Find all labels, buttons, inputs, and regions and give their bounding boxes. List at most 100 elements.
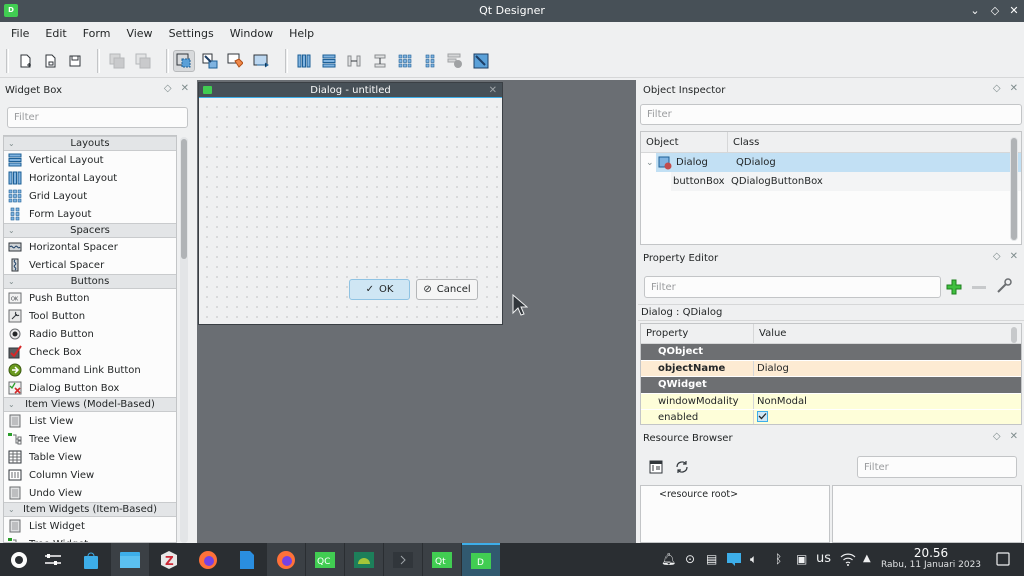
show-desktop-icon[interactable]	[996, 552, 1010, 566]
widget-box-scrollbar[interactable]	[180, 137, 188, 543]
layout-v-splitter-button[interactable]	[369, 50, 391, 72]
resource-root-item[interactable]: <resource root>	[641, 486, 829, 500]
widget-item[interactable]: Grid Layout	[4, 187, 176, 205]
property-value[interactable]: Dialog	[754, 363, 789, 374]
category-item-widgets[interactable]: ⌄ Item Widgets (Item-Based)	[4, 502, 176, 517]
scrollbar-thumb[interactable]	[181, 139, 187, 259]
discover-button[interactable]	[72, 543, 110, 576]
edit-resources-icon[interactable]	[649, 460, 663, 474]
widget-item[interactable]: Vertical Spacer	[4, 256, 176, 274]
volume-icon[interactable]: 🔈︎	[750, 552, 757, 567]
property-row-windowmodality[interactable]: windowModality NonModal	[641, 393, 1021, 410]
category-spacers[interactable]: ⌄ Spacers	[4, 223, 176, 238]
widget-item[interactable]: Vertical Layout	[4, 151, 176, 169]
zotero-button[interactable]: Z	[150, 543, 188, 576]
open-form-button[interactable]	[39, 50, 61, 72]
widget-item[interactable]: Form Layout	[4, 205, 176, 223]
show-hidden-icons-arrow[interactable]: ▲	[863, 553, 871, 564]
widget-item[interactable]: Check Box	[4, 343, 176, 361]
menu-help[interactable]: Help	[281, 27, 322, 40]
save-form-button[interactable]	[64, 50, 86, 72]
property-table-scrollbar[interactable]	[1010, 327, 1018, 423]
menu-file[interactable]: File	[3, 27, 37, 40]
chat-message-icon[interactable]	[727, 553, 741, 566]
property-value[interactable]: NonModal	[754, 396, 807, 407]
widget-item[interactable]: Dialog Button Box	[4, 379, 176, 397]
category-layouts[interactable]: ⌄ Layouts	[4, 136, 176, 151]
maximize-button[interactable]: ◇	[987, 3, 1003, 19]
firefox-button[interactable]	[189, 543, 227, 576]
minimize-button[interactable]: ⌄	[967, 3, 983, 19]
system-settings-button[interactable]	[34, 543, 72, 576]
menu-form[interactable]: Form	[75, 27, 119, 40]
category-item-views[interactable]: ⌄ Item Views (Model-Based)	[4, 397, 176, 412]
close-icon[interactable]: ✕	[489, 83, 497, 98]
widget-box-filter-input[interactable]: Filter	[7, 107, 188, 128]
layout-form-button[interactable]	[419, 50, 441, 72]
widget-item[interactable]: Radio Button	[4, 325, 176, 343]
application-launcher-button[interactable]	[0, 543, 38, 576]
close-icon[interactable]: ✕	[1010, 83, 1018, 94]
android-studio-button[interactable]	[345, 543, 383, 576]
widget-item[interactable]: Command Link Button	[4, 361, 176, 379]
edit-tab-order-button[interactable]	[250, 50, 272, 72]
removable-device-icon[interactable]: ▣	[796, 552, 807, 566]
category-buttons[interactable]: ⌄ Buttons	[4, 274, 176, 289]
configure-wrench-icon[interactable]	[996, 278, 1012, 294]
remove-dynamic-property-icon[interactable]	[971, 279, 987, 295]
form-canvas[interactable]: ✓ OK ⊘ Cancel	[199, 99, 502, 324]
enabled-checkbox[interactable]	[757, 410, 768, 422]
edit-signals-slots-button[interactable]	[199, 50, 221, 72]
column-header-object[interactable]: Object	[641, 132, 728, 152]
layout-vertically-button[interactable]	[318, 50, 340, 72]
widget-item[interactable]: OK Push Button	[4, 289, 176, 307]
layout-h-splitter-button[interactable]	[343, 50, 365, 72]
scrollbar-thumb[interactable]	[1011, 327, 1017, 343]
add-dynamic-property-icon[interactable]	[946, 279, 962, 295]
tree-row[interactable]: ⌄ Dialog QDialog	[641, 153, 1021, 172]
resource-filter-input[interactable]: Filter	[857, 456, 1017, 478]
bluetooth-icon[interactable]: ᛒ	[775, 552, 782, 566]
bring-to-front-button[interactable]	[132, 50, 154, 72]
object-tree-scrollbar[interactable]	[1010, 137, 1018, 241]
property-row-objectname[interactable]: objectName Dialog	[641, 360, 1021, 377]
libreoffice-writer-button[interactable]	[228, 543, 266, 576]
cancel-button[interactable]: ⊘ Cancel	[416, 279, 478, 300]
column-header-value[interactable]: Value	[754, 324, 786, 343]
column-header-property[interactable]: Property	[641, 324, 754, 343]
property-filter-input[interactable]: Filter	[644, 276, 941, 298]
layout-horizontally-button[interactable]	[293, 50, 315, 72]
menu-view[interactable]: View	[118, 27, 160, 40]
close-icon[interactable]: ✕	[1010, 431, 1018, 442]
reload-icon[interactable]	[674, 459, 690, 475]
form-titlebar[interactable]: Dialog - untitled ✕	[199, 83, 502, 98]
edit-buddies-button[interactable]	[224, 50, 246, 72]
object-filter-input[interactable]: Filter	[640, 104, 1022, 125]
widget-item[interactable]: List Widget	[4, 517, 176, 535]
widget-item[interactable]: Table View	[4, 448, 176, 466]
column-header-class[interactable]: Class	[728, 132, 759, 152]
widget-item[interactable]: Tool Button	[4, 307, 176, 325]
notifications-bell-icon[interactable]: 🔔︎	[661, 552, 676, 566]
qt-creator-button[interactable]: QC	[306, 543, 344, 576]
widget-item[interactable]: Horizontal Spacer	[4, 238, 176, 256]
widget-item[interactable]: Horizontal Layout	[4, 169, 176, 187]
keyboard-layout-indicator[interactable]: us	[816, 551, 831, 566]
close-button[interactable]: ✕	[1006, 3, 1022, 19]
form-window[interactable]: Dialog - untitled ✕ ✓ OK ⊘ Cancel	[198, 82, 503, 325]
konsole-button[interactable]	[384, 543, 422, 576]
menu-settings[interactable]: Settings	[161, 27, 222, 40]
tree-row[interactable]: buttonBox QDialogButtonBox	[671, 172, 1021, 191]
menu-edit[interactable]: Edit	[37, 27, 74, 40]
property-group-qobject[interactable]: QObject	[641, 344, 1021, 361]
widget-item[interactable]: Undo View	[4, 484, 176, 502]
qt-assistant-button[interactable]: Qt	[423, 543, 461, 576]
property-row-enabled[interactable]: enabled	[641, 410, 1021, 424]
widget-item[interactable]: Tree Widget	[4, 535, 176, 542]
float-icon[interactable]: ◇	[993, 431, 1001, 442]
adjust-size-button[interactable]	[470, 50, 492, 72]
widget-item[interactable]: List View	[4, 412, 176, 430]
float-icon[interactable]: ◇	[993, 83, 1001, 94]
float-icon[interactable]: ◇	[164, 83, 172, 94]
clock[interactable]: 20.56 Rabu, 11 Januari 2023	[880, 546, 982, 570]
